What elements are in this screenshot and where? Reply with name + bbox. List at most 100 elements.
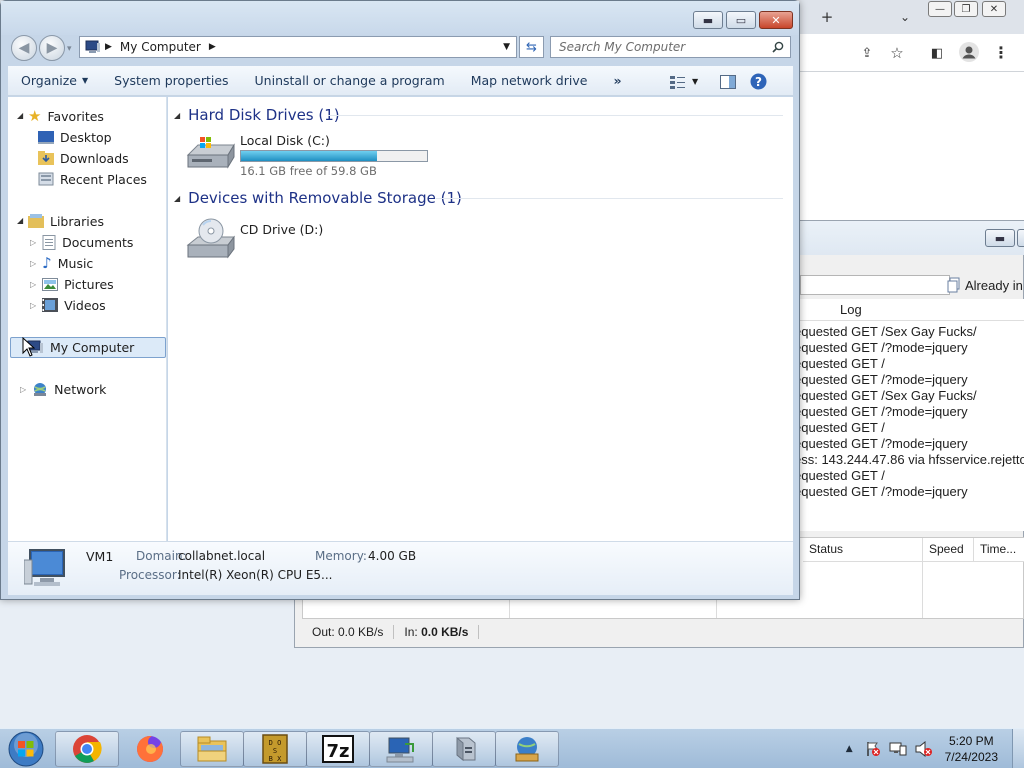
- group-collapse-icon[interactable]: ◢: [174, 111, 180, 120]
- libraries-expand-icon[interactable]: ◢: [17, 216, 23, 225]
- maximize-button[interactable]: ▭: [726, 11, 756, 29]
- taskbar-network-app[interactable]: [369, 731, 433, 767]
- bookmark-star-icon[interactable]: ☆: [886, 42, 908, 64]
- drive-d[interactable]: CD Drive (D:): [186, 217, 386, 263]
- videos-expand-icon[interactable]: ▷: [30, 301, 36, 310]
- chrome-minimize-button[interactable]: —: [928, 1, 952, 17]
- network-expand-icon[interactable]: ▷: [20, 385, 26, 394]
- nav-downloads[interactable]: Downloads: [38, 148, 129, 168]
- 7zip-icon: 7z: [322, 735, 354, 763]
- dosbox-icon: D OSB X: [262, 734, 288, 764]
- taskbar-server-app[interactable]: [432, 731, 496, 767]
- hfs-restore-button[interactable]: [1017, 229, 1024, 247]
- col-status-header[interactable]: Status: [803, 538, 923, 562]
- group-collapse-icon-2[interactable]: ◢: [174, 194, 180, 203]
- show-hidden-icons-icon[interactable]: ▲: [846, 744, 853, 754]
- command-bar: Organize ▼ System properties Uninstall or…: [8, 66, 793, 96]
- taskbar-chrome[interactable]: [55, 731, 119, 767]
- search-input[interactable]: Search My Computer: [550, 36, 791, 58]
- favorites-expand-icon[interactable]: ◢: [17, 111, 23, 120]
- nav-documents[interactable]: ▷ Documents: [30, 232, 133, 252]
- system-properties-button[interactable]: System properties: [101, 66, 241, 96]
- nav-videos[interactable]: ▷ Videos: [30, 295, 106, 315]
- back-button[interactable]: ◀: [11, 35, 37, 61]
- taskbar-hfs[interactable]: [495, 731, 559, 767]
- drive-c[interactable]: Local Disk (C:) 16.1 GB free of 59.8 GB: [186, 133, 431, 179]
- refresh-icon[interactable]: ⇆: [519, 36, 544, 58]
- nav-recent-places[interactable]: Recent Places: [38, 169, 147, 189]
- log-line: equested GET /?mode=jquery: [800, 436, 968, 451]
- hfs-already-in-button[interactable]: Already in: [947, 273, 1024, 297]
- view-dropdown-icon[interactable]: ▼: [692, 77, 698, 86]
- profile-avatar-icon[interactable]: [958, 41, 980, 63]
- hfs-statusbar: Out: 0.0 KB/s In: 0.0 KB/s: [302, 621, 1024, 643]
- nav-network[interactable]: ▷ Network: [20, 379, 106, 399]
- nav-desktop[interactable]: Desktop: [38, 127, 112, 147]
- start-button[interactable]: [6, 730, 46, 768]
- clock-time: 5:20 PM: [948, 734, 994, 748]
- drive-c-usage-bar: [240, 150, 428, 162]
- svg-text:D O: D O: [269, 739, 282, 747]
- nav-favorites[interactable]: ★ Favorites: [28, 106, 104, 126]
- clock[interactable]: 5:20 PM 7/24/2023: [945, 733, 998, 765]
- taskbar-dosbox[interactable]: D OSB X: [243, 731, 307, 767]
- in-label: In:: [404, 625, 418, 639]
- hfs-url-field[interactable]: [800, 275, 950, 295]
- chrome-close-button[interactable]: ✕: [982, 1, 1006, 17]
- preview-pane-icon[interactable]: [720, 74, 737, 89]
- log-line: ess: 143.244.47.86 via hfsservice.rejett…: [800, 452, 1024, 467]
- side-panel-icon[interactable]: ◧: [926, 42, 948, 64]
- network-status-icon[interactable]: [889, 741, 907, 757]
- documents-expand-icon[interactable]: ▷: [30, 238, 36, 247]
- libraries-icon: [28, 214, 44, 228]
- organize-button[interactable]: Organize ▼: [8, 66, 101, 96]
- close-button[interactable]: ✕: [759, 11, 793, 29]
- volume-muted-icon[interactable]: [915, 741, 933, 757]
- memory-label: Memory:: [315, 549, 367, 563]
- computer-icon: [85, 40, 100, 53]
- new-tab-plus-icon[interactable]: +: [816, 6, 838, 28]
- help-icon[interactable]: ?: [750, 73, 767, 90]
- group-removable-storage[interactable]: ◢ Devices with Removable Storage (1): [174, 188, 462, 208]
- address-dropdown-icon[interactable]: ▼: [503, 42, 510, 52]
- recent-pages-chevron-icon[interactable]: ▾: [67, 44, 72, 54]
- pictures-expand-icon[interactable]: ▷: [30, 280, 36, 289]
- taskbar-explorer[interactable]: [180, 731, 244, 767]
- videos-icon: [42, 298, 59, 312]
- breadcrumb-arrow-icon-2[interactable]: ▶: [209, 42, 216, 52]
- more-commands-button[interactable]: »: [600, 66, 634, 96]
- address-path[interactable]: My Computer: [120, 40, 201, 54]
- drive-d-name: CD Drive (D:): [240, 222, 324, 237]
- nav-libraries[interactable]: Libraries: [28, 211, 104, 231]
- action-center-flag-icon[interactable]: [865, 741, 881, 757]
- taskbar-7zip[interactable]: 7z: [306, 731, 370, 767]
- minimize-button[interactable]: ▬: [693, 11, 723, 29]
- nav-music[interactable]: ▷ ♪ Music: [30, 253, 93, 273]
- share-icon[interactable]: ⇪: [856, 42, 878, 64]
- content-pane: ◢ Hard Disk Drives (1) Local Disk (C:) 1…: [168, 97, 793, 541]
- tab-search-chevron-icon[interactable]: ⌄: [894, 6, 916, 28]
- forward-button[interactable]: ▶: [39, 35, 65, 61]
- nav-pictures[interactable]: ▷ Pictures: [30, 274, 114, 294]
- change-view-icon[interactable]: [670, 75, 686, 89]
- col-time-header[interactable]: Time...: [974, 538, 1024, 562]
- search-icon[interactable]: [772, 41, 784, 53]
- uninstall-program-button[interactable]: Uninstall or change a program: [242, 66, 458, 96]
- col-speed-header[interactable]: Speed: [923, 538, 974, 562]
- breadcrumb-arrow-icon[interactable]: ▶: [105, 42, 112, 52]
- out-speed: Out: 0.0 KB/s: [302, 625, 395, 639]
- group-hard-disk-drives[interactable]: ◢ Hard Disk Drives (1): [174, 105, 340, 125]
- music-expand-icon[interactable]: ▷: [30, 259, 36, 268]
- chrome-restore-button[interactable]: ❐: [954, 1, 978, 17]
- nav-my-computer[interactable]: My Computer: [26, 337, 134, 357]
- taskbar-firefox[interactable]: [120, 731, 180, 767]
- map-network-drive-button[interactable]: Map network drive: [458, 66, 601, 96]
- address-bar[interactable]: ▶ My Computer ▶ ▼: [79, 36, 517, 58]
- nav-favorites-label: Favorites: [47, 108, 104, 124]
- hfs-minimize-button[interactable]: ▬: [985, 229, 1015, 247]
- log-panel[interactable]: equested GET /Sex Gay Fucks/equested GET…: [800, 321, 1024, 531]
- network-icon: [34, 382, 47, 396]
- chevron-down-icon: ▼: [82, 76, 89, 85]
- show-desktop-button[interactable]: [1012, 729, 1024, 768]
- chrome-menu-icon[interactable]: ⋮: [990, 41, 1012, 63]
